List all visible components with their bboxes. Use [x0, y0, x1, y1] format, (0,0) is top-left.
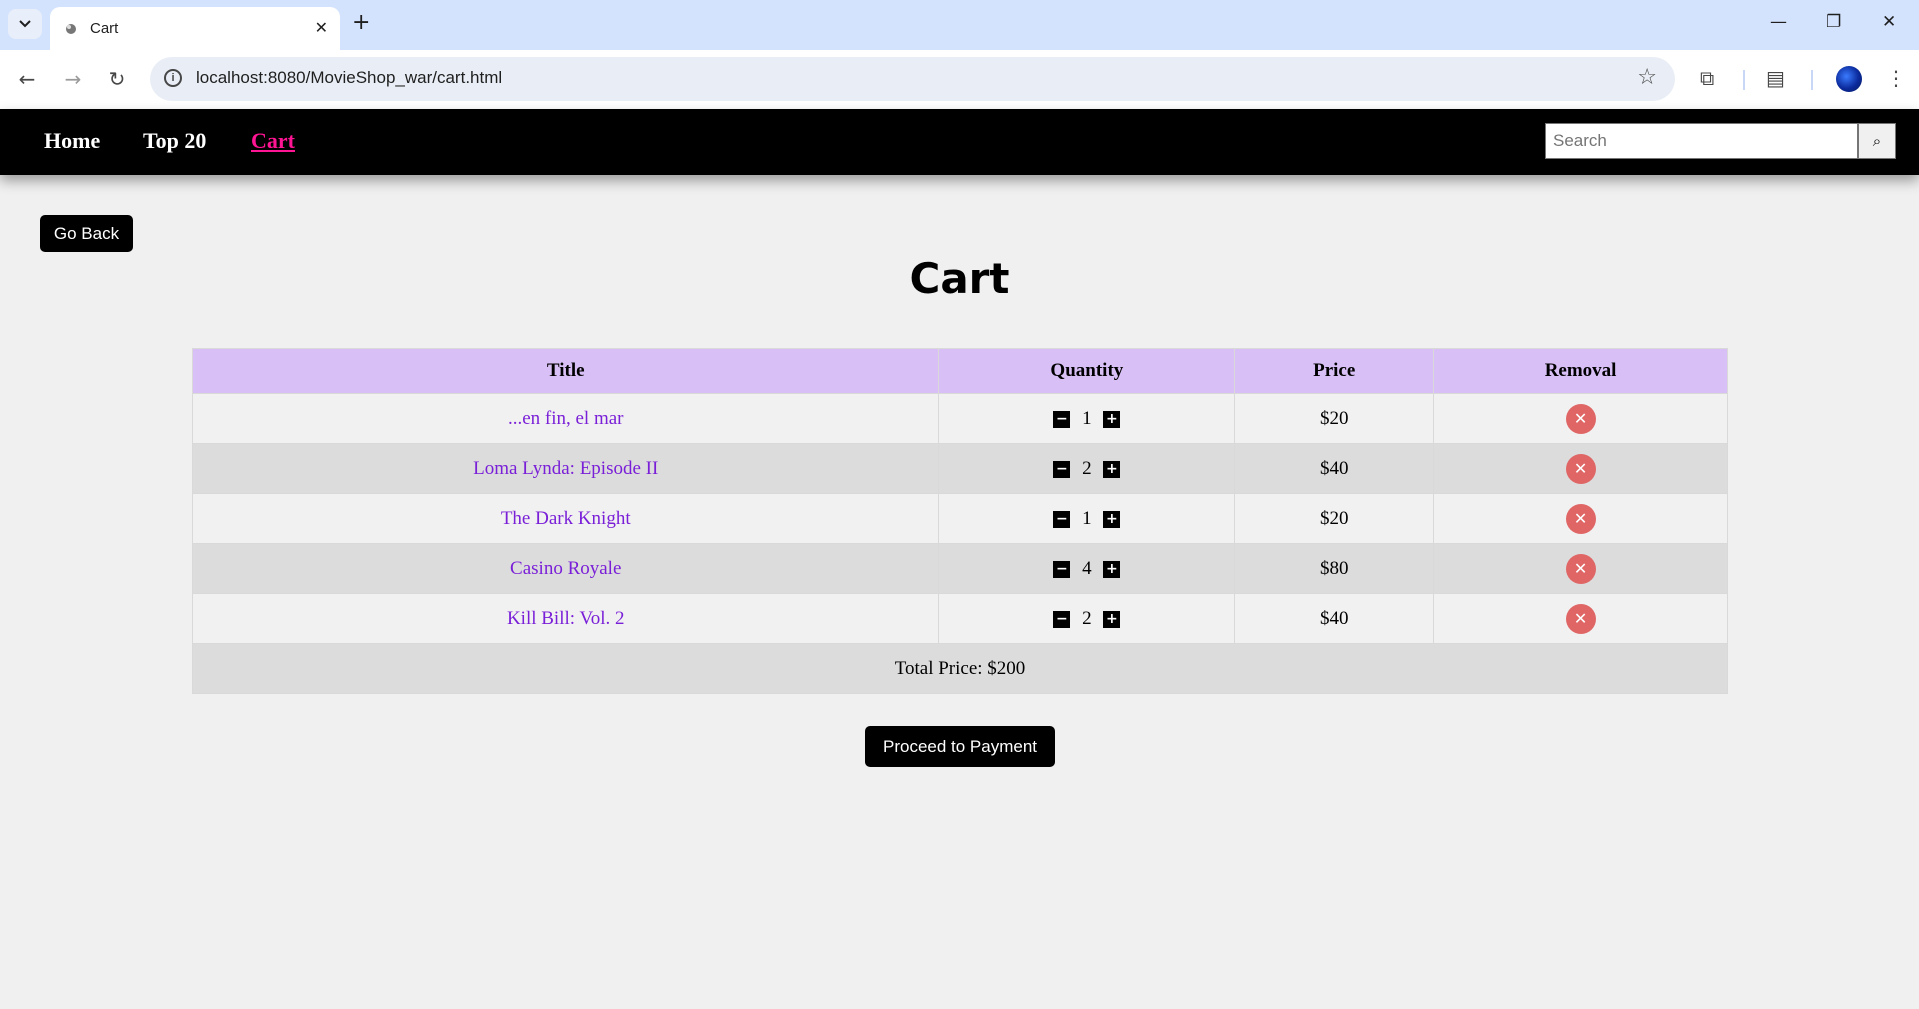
page-favicon-icon [66, 24, 76, 34]
browser-tab-bar: Cart ✕ + — ❐ ✕ [0, 0, 1919, 50]
minus-icon[interactable]: − [1053, 460, 1071, 478]
quantity-stepper: −2 + [1053, 458, 1121, 480]
price-cell: $20 [1234, 393, 1435, 444]
plus-icon[interactable]: + [1103, 610, 1121, 628]
reading-list-icon[interactable]: ▤ [1766, 66, 1785, 90]
quantity-value: 1 [1082, 508, 1092, 530]
quantity-value: 1 [1082, 408, 1092, 430]
total-price: Total Price: $200 [192, 643, 1728, 694]
new-tab-icon[interactable]: + [352, 11, 370, 35]
remove-item-button[interactable]: ✕ [1565, 403, 1596, 434]
movie-title-link[interactable]: Loma Lynda: Episode II [473, 458, 658, 479]
back-icon[interactable]: ← [14, 66, 40, 92]
remove-item-button[interactable]: ✕ [1565, 453, 1596, 484]
table-row: Kill Bill: Vol. 2 −2 + $40 ✕ [191, 593, 1728, 644]
movie-title-link[interactable]: Kill Bill: Vol. 2 [507, 608, 625, 629]
nav-link-cart[interactable]: Cart [251, 128, 295, 154]
quantity-value: 4 [1082, 558, 1092, 580]
search-button[interactable]: ⌕ [1858, 123, 1896, 159]
bookmark-star-icon[interactable]: ☆ [1637, 65, 1657, 90]
column-header-removal: Removal [1433, 348, 1728, 394]
movie-title-link[interactable]: The Dark Knight [501, 508, 631, 529]
reload-icon[interactable]: ↻ [104, 66, 130, 92]
quantity-stepper: −2 + [1053, 608, 1121, 630]
window-close-icon[interactable]: ✕ [1882, 12, 1896, 32]
table-row: Casino Royale −4 + $80 ✕ [191, 543, 1728, 594]
nav-link-home[interactable]: Home [44, 128, 100, 154]
browser-toolbar: ← → ↻ i localhost:8080/MovieShop_war/car… [0, 50, 1919, 109]
price-cell: $80 [1234, 543, 1435, 594]
plus-icon[interactable]: + [1103, 460, 1121, 478]
cart-table: Title Quantity Price Removal ...en fin, … [191, 348, 1728, 694]
table-row: The Dark Knight −1 + $20 ✕ [191, 493, 1728, 544]
tab-title: Cart [90, 20, 119, 37]
tab-close-icon[interactable]: ✕ [315, 18, 328, 37]
quantity-value: 2 [1082, 458, 1092, 480]
quantity-stepper: −1 + [1053, 408, 1121, 430]
browser-tab[interactable]: Cart ✕ [50, 7, 340, 50]
go-back-button[interactable]: Go Back [40, 215, 133, 252]
forward-icon[interactable]: → [60, 66, 86, 92]
table-row: ...en fin, el mar −1 + $20 ✕ [191, 393, 1728, 444]
price-cell: $40 [1234, 593, 1435, 644]
search-icon: ⌕ [1872, 132, 1882, 150]
movie-title-link[interactable]: ...en fin, el mar [508, 408, 624, 429]
address-url[interactable]: localhost:8080/MovieShop_war/cart.html [196, 68, 502, 88]
quantity-stepper: −1 + [1053, 508, 1121, 530]
close-icon: ✕ [1573, 508, 1588, 528]
plus-icon[interactable]: + [1103, 560, 1121, 578]
site-info-icon[interactable]: i [164, 69, 182, 87]
quantity-value: 2 [1082, 608, 1092, 630]
profile-avatar[interactable] [1836, 66, 1862, 92]
close-icon: ✕ [1573, 458, 1588, 478]
restore-icon[interactable]: ❐ [1826, 12, 1841, 32]
column-header-title: Title [191, 348, 940, 394]
address-bar[interactable]: i localhost:8080/MovieShop_war/cart.html… [150, 57, 1675, 101]
plus-icon[interactable]: + [1103, 510, 1121, 528]
close-icon: ✕ [1573, 408, 1588, 428]
plus-icon[interactable]: + [1103, 410, 1121, 428]
remove-item-button[interactable]: ✕ [1565, 603, 1596, 634]
column-header-price: Price [1234, 348, 1435, 394]
toolbar-divider [1743, 70, 1745, 90]
close-icon: ✕ [1573, 558, 1588, 578]
toolbar-divider [1811, 70, 1813, 90]
site-navbar: Home Top 20 Cart ⌕ [0, 109, 1919, 175]
minus-icon[interactable]: − [1053, 610, 1071, 628]
total-row: Total Price: $200 [192, 643, 1728, 694]
close-icon: ✕ [1573, 608, 1588, 628]
remove-item-button[interactable]: ✕ [1565, 503, 1596, 534]
minus-icon[interactable]: − [1053, 410, 1071, 428]
minus-icon[interactable]: − [1053, 510, 1071, 528]
remove-item-button[interactable]: ✕ [1565, 553, 1596, 584]
menu-kebab-icon[interactable]: ⋮ [1886, 66, 1906, 90]
minimize-icon[interactable]: — [1770, 12, 1787, 32]
quantity-stepper: −4 + [1053, 558, 1121, 580]
column-header-quantity: Quantity [938, 348, 1236, 394]
extensions-icon[interactable]: ⧉ [1700, 66, 1714, 90]
proceed-to-payment-button[interactable]: Proceed to Payment [865, 726, 1055, 767]
tab-list-button[interactable] [8, 9, 42, 39]
table-row: Loma Lynda: Episode II −2 + $40 ✕ [191, 443, 1728, 494]
search-input[interactable] [1545, 123, 1858, 159]
page-title: Cart [909, 254, 1010, 303]
price-cell: $20 [1234, 493, 1435, 544]
chevron-down-icon [19, 20, 31, 28]
movie-title-link[interactable]: Casino Royale [510, 558, 621, 579]
minus-icon[interactable]: − [1053, 560, 1071, 578]
nav-link-top20[interactable]: Top 20 [143, 128, 206, 154]
table-header-row: Title Quantity Price Removal [191, 348, 1728, 394]
price-cell: $40 [1234, 443, 1435, 494]
